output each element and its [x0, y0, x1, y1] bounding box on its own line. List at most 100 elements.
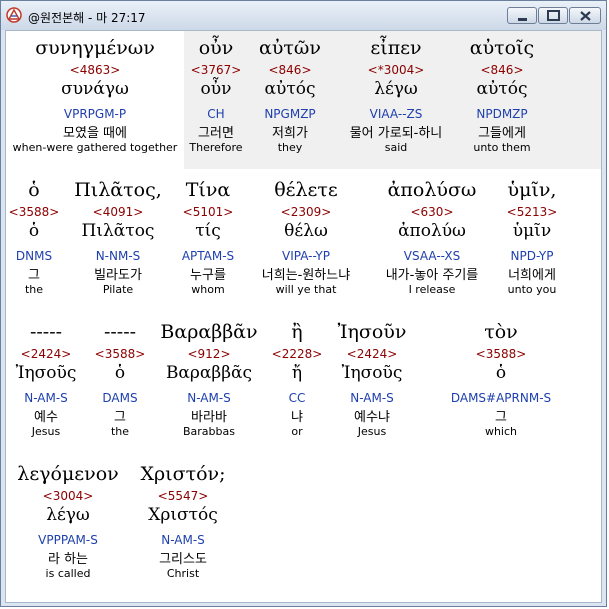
strongs-number[interactable]: <2309> [246, 205, 366, 219]
parsing-code: APTAM-S [181, 249, 235, 263]
greek-word: συνηγμένων [35, 37, 155, 59]
word-cell[interactable]: Ἰησοῦν <2424> Ἰησοῦς N-AM-S 예수냐 Jesus [328, 321, 416, 438]
greek-word: ὁ [28, 179, 40, 201]
korean-gloss: 예수냐 [354, 410, 390, 425]
korean-gloss: 모였을 때에 [63, 126, 127, 141]
parsing-code: CH [207, 107, 225, 121]
greek-word: αὐτοῖς [469, 37, 535, 59]
strongs-number[interactable]: <4091> [66, 205, 170, 219]
parsing-code: DNMS [15, 249, 53, 263]
parsing-code: NPDMZP [476, 107, 528, 121]
strongs-number[interactable]: <2424> [328, 347, 416, 361]
english-gloss: Pilate [102, 283, 134, 296]
strongs-number[interactable]: <3588> [8, 205, 60, 219]
english-gloss: said [384, 141, 408, 154]
greek-word: αὐτῶν [259, 37, 321, 59]
english-gloss: Christ [166, 567, 200, 580]
greek-word: ἀπολύσω [387, 179, 477, 201]
word-cell[interactable]: Βαραββᾶν <912> Βαραββᾶς N-AM-S 바라바 Barab… [154, 321, 264, 438]
english-gloss: Barabbas [183, 425, 235, 438]
greek-word: ἢ [291, 321, 303, 343]
english-gloss: Jesus [31, 425, 61, 438]
strongs-number[interactable]: <3588> [86, 347, 154, 361]
korean-gloss: 그 [28, 268, 40, 283]
korean-gloss: 누구를 [190, 268, 226, 283]
word-cell[interactable]: αὐτῶν <846> αὐτός NPGMZP 저희가 they [248, 37, 332, 154]
korean-gloss: 예수 [34, 410, 58, 425]
strongs-number[interactable]: <912> [154, 347, 264, 361]
close-button[interactable] [569, 7, 601, 24]
parsing-code: VPRPGM-P [63, 107, 127, 121]
lemma: αὐτός [476, 79, 528, 99]
strongs-number[interactable]: <3767> [184, 63, 248, 77]
parsing-code: N-NM-S [95, 249, 141, 263]
word-cell[interactable]: εἶπεν <*3004> λέγω VIAA--ZS 물어 가로되-하니 sa… [332, 37, 460, 154]
word-cell[interactable]: ἢ <2228> ἤ CC 냐 or [268, 321, 326, 438]
word-cell[interactable]: Πιλᾶτος, <4091> Πιλᾶτος N-NM-S 빌라도가 Pila… [66, 179, 170, 296]
strongs-number[interactable]: <4863> [6, 63, 184, 77]
greek-word: Βαραββᾶν [160, 321, 258, 343]
english-gloss: Therefore [189, 141, 243, 154]
parsing-code: VPPPAM-S [38, 533, 98, 547]
korean-gloss: 그러면 [198, 126, 234, 141]
parsing-code: VIAA--ZS [369, 107, 423, 121]
word-cell[interactable]: ὑμῖν, <5213> ὑμῖν NPD-YP 너희에게 unto you [494, 179, 570, 296]
parsing-code: CC [288, 391, 306, 405]
title-bar[interactable]: @원전본해 - 마 27:17 [1, 1, 606, 30]
strongs-number[interactable]: <2228> [268, 347, 326, 361]
strongs-number[interactable]: <630> [368, 205, 496, 219]
strongs-number[interactable]: <5101> [172, 205, 244, 219]
english-gloss: I release [408, 283, 456, 296]
english-gloss: when-were gathered together [12, 141, 178, 154]
english-gloss: Jesus [357, 425, 387, 438]
greek-word: ὑμῖν, [507, 179, 557, 201]
strongs-number[interactable]: <3004> [10, 489, 126, 503]
strongs-number[interactable]: <846> [248, 63, 332, 77]
strongs-number[interactable]: <5547> [132, 489, 234, 503]
lemma: συνάγω [61, 79, 129, 99]
word-cell[interactable]: ἀπολύσω <630> ἀπολύω VSAA--XS 내가-놓아 주기를 … [368, 179, 496, 296]
lemma: ὁ [114, 363, 126, 383]
parsing-code: VIPA--YP [282, 249, 330, 263]
maximize-button[interactable] [538, 7, 568, 24]
lemma: λέγω [374, 79, 418, 99]
lemma: Πιλᾶτος [81, 221, 155, 241]
lemma: θέλω [284, 221, 328, 241]
strongs-number[interactable]: <846> [460, 63, 544, 77]
word-cell[interactable]: Τίνα <5101> τίς APTAM-S 누구를 whom [172, 179, 244, 296]
strongs-number[interactable]: <2424> [10, 347, 82, 361]
word-cell[interactable]: ----- <2424> Ἰησοῦς N-AM-S 예수 Jesus [10, 321, 82, 438]
word-cell[interactable]: θέλετε <2309> θέλω VIPA--YP 너희는-원하느냐 wil… [246, 179, 366, 296]
english-gloss: the [24, 283, 44, 296]
word-cell[interactable]: λεγόμενον <3004> λέγω VPPPAM-S 라 하는 is c… [10, 463, 126, 580]
korean-gloss: 그 [114, 410, 126, 425]
strongs-number[interactable]: <5213> [494, 205, 570, 219]
lemma: Βαραββᾶς [165, 363, 253, 383]
english-gloss: which [484, 425, 518, 438]
app-window: @원전본해 - 마 27:17 συνηγμένων <4863> συνάγω… [0, 0, 607, 607]
greek-word: οὖν [198, 37, 234, 59]
word-cell[interactable]: οὖν <3767> οὖν CH 그러면 Therefore [184, 37, 248, 154]
word-cell[interactable]: συνηγμένων <4863> συνάγω VPRPGM-P 모였을 때에… [6, 37, 184, 154]
parsing-code: VSAA--XS [403, 249, 461, 263]
korean-gloss: 그리스도 [159, 552, 207, 567]
minimize-button[interactable] [507, 7, 537, 24]
korean-gloss: 그들에게 [478, 126, 526, 141]
greek-word: Πιλᾶτος, [74, 179, 162, 201]
word-cell[interactable]: ὁ <3588> ὁ DNMS 그 the [8, 179, 60, 296]
english-gloss: or [291, 425, 303, 438]
lemma: Ἰησοῦς [341, 363, 403, 383]
strongs-number[interactable]: <3588> [436, 347, 566, 361]
lemma: λέγω [46, 505, 90, 525]
word-cell[interactable]: ----- <3588> ὁ DAMS 그 the [86, 321, 154, 438]
korean-gloss: 내가-놓아 주기를 [385, 268, 479, 283]
korean-gloss: 냐 [291, 410, 303, 425]
window-title: @원전본해 - 마 27:17 [28, 11, 146, 25]
word-cell[interactable]: Χριστόν; <5547> Χριστός N-AM-S 그리스도 Chri… [132, 463, 234, 580]
word-cell[interactable]: τὸν <3588> ὁ DAMS#APRNM-S 그 which [436, 321, 566, 438]
close-icon [580, 11, 591, 21]
lemma: Ἰησοῦς [15, 363, 77, 383]
strongs-number[interactable]: <*3004> [332, 63, 460, 77]
lemma: ἀπολύω [398, 221, 466, 241]
word-cell[interactable]: αὐτοῖς <846> αὐτός NPDMZP 그들에게 unto them [460, 37, 544, 154]
